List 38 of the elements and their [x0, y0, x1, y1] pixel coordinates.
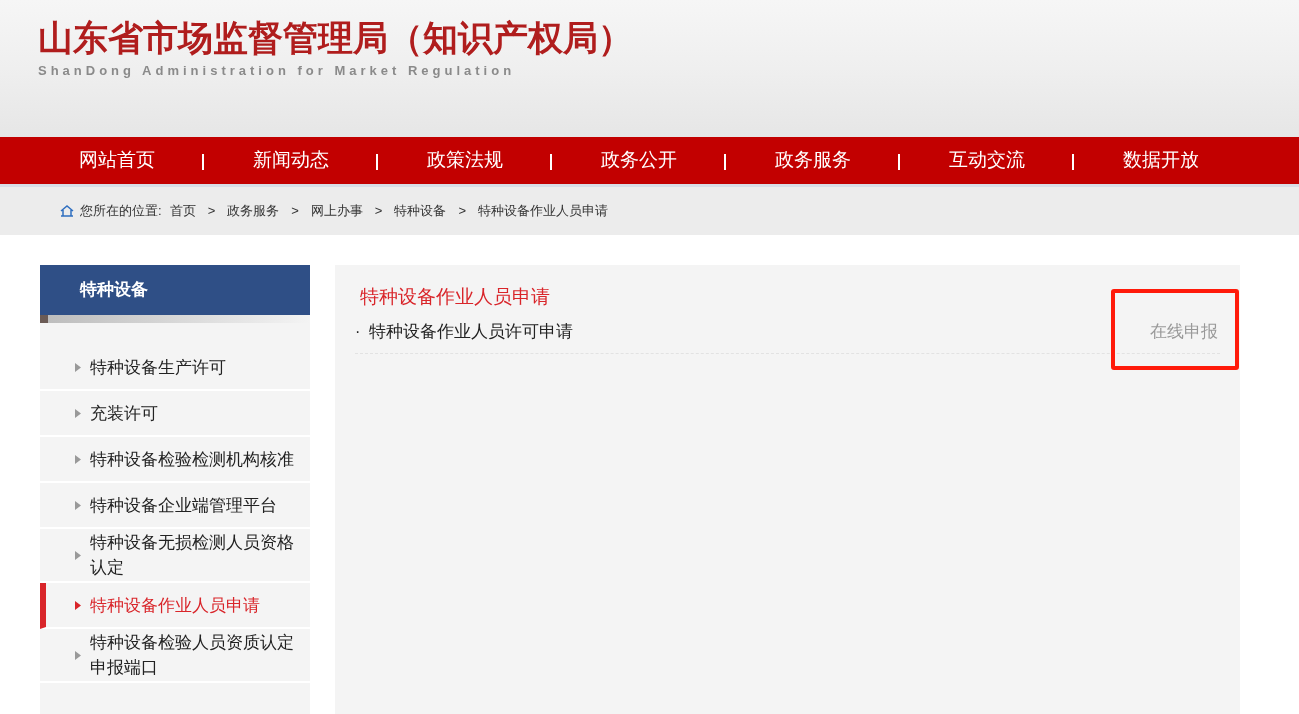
item-link[interactable]: 特种设备作业人员许可申请: [369, 319, 573, 345]
breadcrumb-link[interactable]: 首页: [169, 201, 196, 221]
nav-link[interactable]: 政务公开: [601, 146, 677, 175]
nav-link[interactable]: 政务服务: [775, 146, 851, 175]
sidebar-item[interactable]: 特种设备生产许可: [40, 345, 310, 391]
breadcrumb-separator: >: [374, 202, 383, 221]
sidebar-item[interactable]: 特种设备检验人员资质认定申报端口: [40, 629, 310, 683]
breadcrumb-link[interactable]: 特种设备作业人员申请: [478, 201, 608, 221]
sidebar-title: 特种设备: [80, 279, 148, 302]
breadcrumb-separator: >: [291, 202, 299, 221]
triangle-icon: [75, 454, 81, 464]
sidebar-item[interactable]: 充装许可: [40, 391, 310, 437]
bullet: ·: [355, 322, 362, 342]
breadcrumb-separator: >: [458, 202, 466, 221]
site-subtitle: ShanDong Administration for Market Regulation: [38, 62, 516, 80]
triangle-icon: [75, 500, 81, 510]
breadcrumb-link[interactable]: 特种设备: [394, 201, 447, 221]
triangle-icon: [75, 550, 81, 560]
site-title: 山东省市场监督管理局（知识产权局）: [38, 17, 633, 59]
nav-link[interactable]: 网站首页: [79, 146, 155, 175]
sidebar-item[interactable]: 特种设备无损检测人员资格认定: [40, 529, 310, 583]
nav-link[interactable]: 新闻动态: [253, 146, 329, 175]
sidebar-item[interactable]: 特种设备作业人员申请: [40, 583, 310, 629]
breadcrumb-label: 您所在的位置:: [80, 202, 162, 221]
triangle-icon: [75, 650, 81, 660]
sidebar-item[interactable]: 特种设备企业端管理平台: [40, 483, 310, 529]
nav-link[interactable]: 数据开放: [1123, 146, 1199, 175]
breadcrumb-link[interactable]: 网上办事: [310, 201, 363, 221]
triangle-icon: [75, 362, 81, 372]
sidebar-item[interactable]: 特种设备检验检测机构核准: [40, 437, 310, 483]
home-icon: [60, 205, 74, 217]
nav-link[interactable]: 互动交流: [949, 146, 1025, 175]
triangle-icon: [75, 600, 81, 610]
triangle-icon: [75, 408, 81, 418]
content-title: 特种设备作业人员申请: [359, 285, 550, 309]
breadcrumb-link[interactable]: 政务服务: [227, 201, 280, 221]
nav-link[interactable]: 政策法规: [427, 146, 503, 175]
breadcrumb-separator: >: [207, 202, 216, 221]
